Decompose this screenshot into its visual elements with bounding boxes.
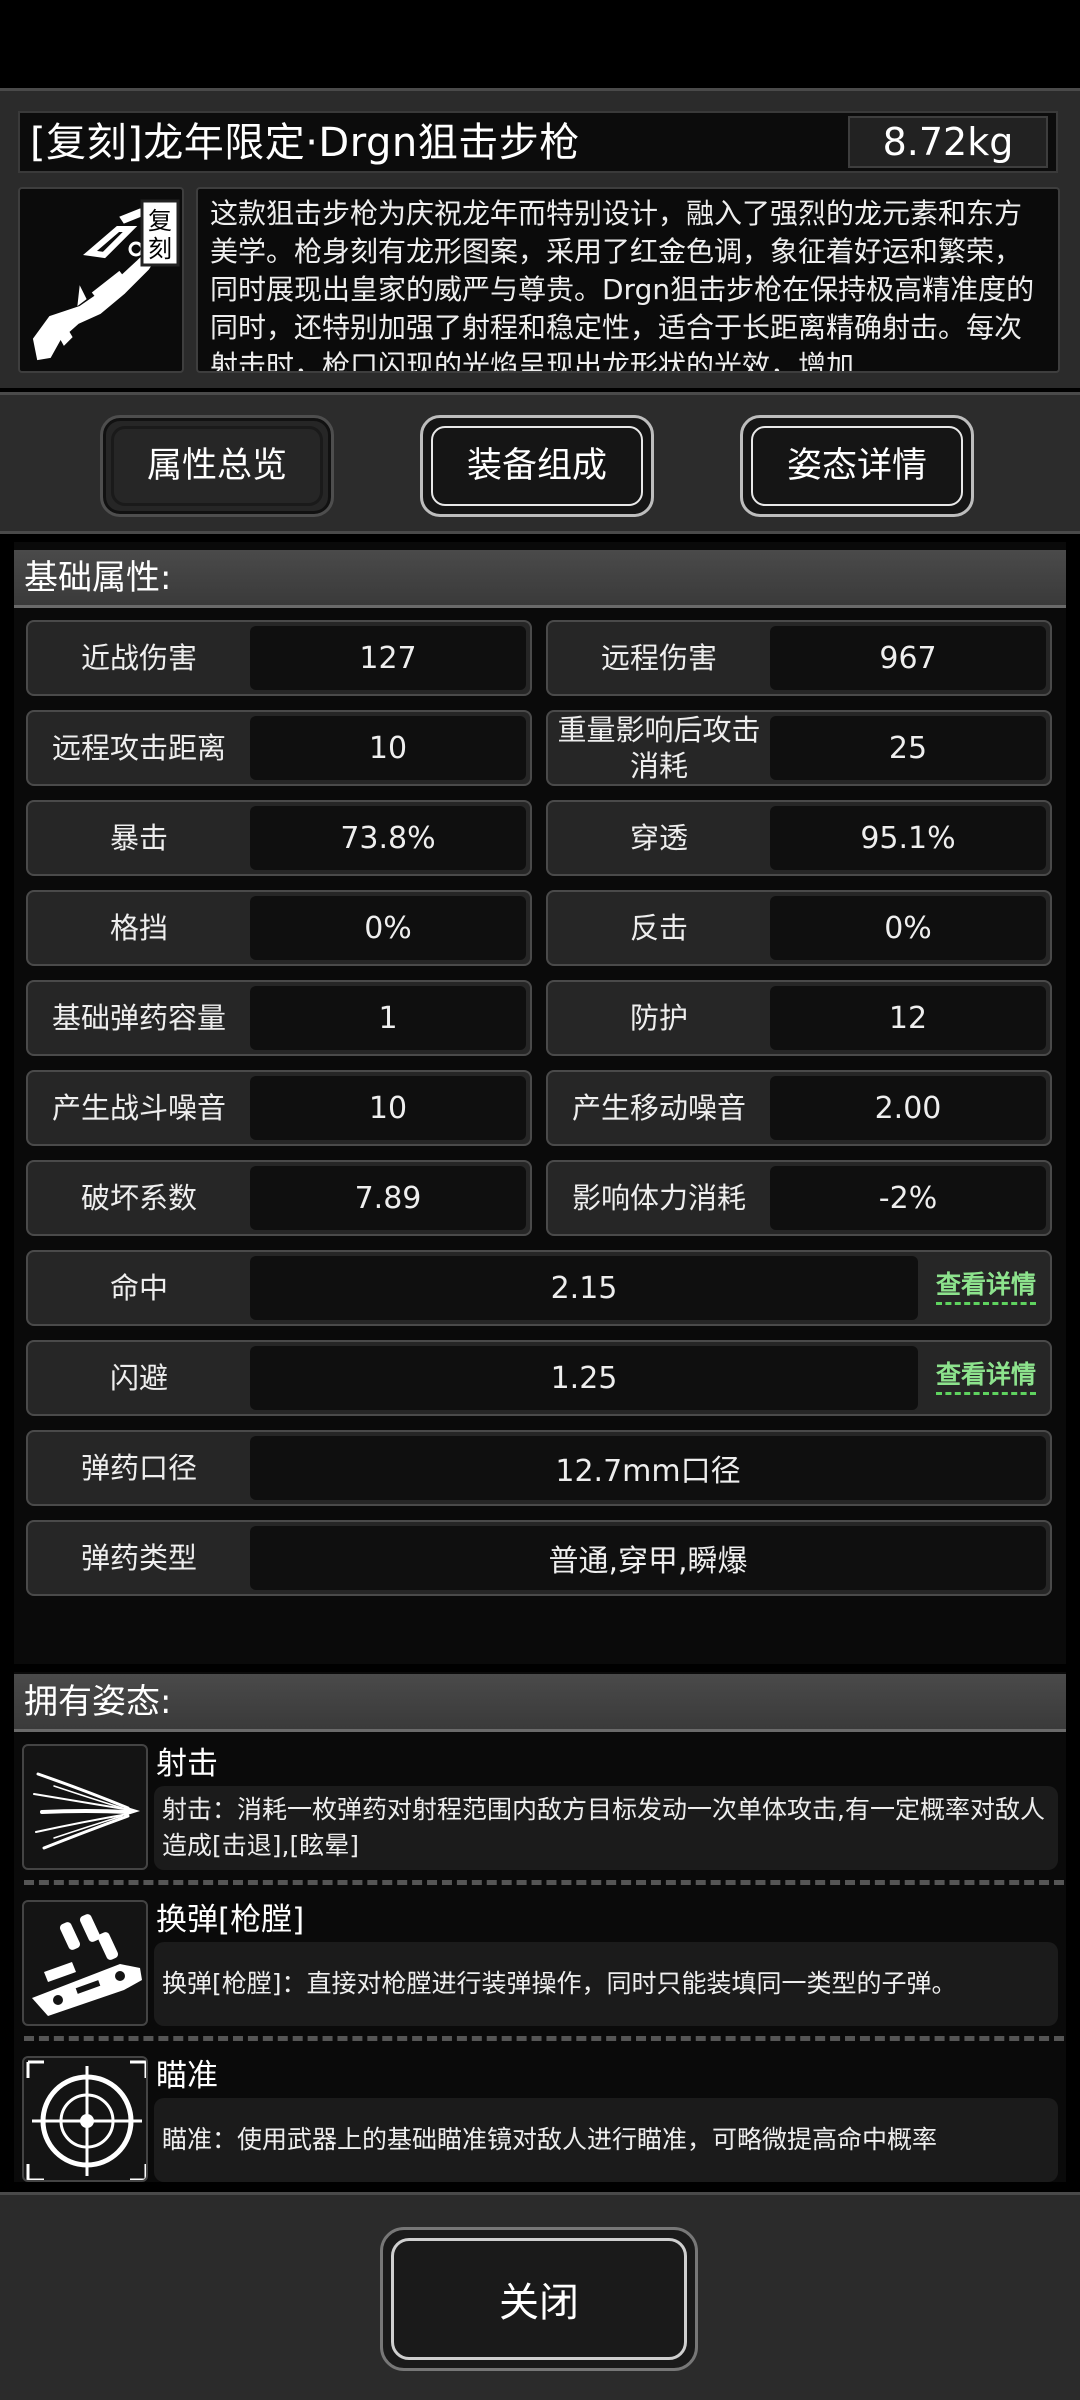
crosshair-icon xyxy=(22,2056,148,2182)
stat-label: 近战伤害 xyxy=(80,641,197,675)
stat-label: 远程伤害 xyxy=(600,641,717,675)
stat-label: 影响体力消耗 xyxy=(571,1181,746,1215)
stat-label: 重量影响后攻击消耗 xyxy=(557,713,761,783)
stat-value: 127 xyxy=(250,626,526,690)
stances-panel[interactable]: 拥有姿态: 射击 射击：消耗一枚弹药对射程范围内敌方目标发动一次单体攻击,有一定… xyxy=(14,1672,1066,2182)
stance-description-text: 换弹[枪膛]：直接对枪膛进行装弹操作，同时只能装填同一类型的子弹。 xyxy=(162,1969,957,1998)
stat-destruction-factor: 破坏系数 7.89 xyxy=(26,1160,532,1236)
stance-item-aim[interactable]: 瞄准 瞄准：使用武器上的基础瞄准镜对敌人进行瞄准，可略微提高命中概率 xyxy=(22,2056,1066,2182)
stat-base-ammo-capacity: 基础弹药容量 1 xyxy=(26,980,532,1056)
bullet-streaks-icon xyxy=(22,1744,148,1870)
stat-critical: 暴击 73.8% xyxy=(26,800,532,876)
stat-evasion: 闪避 1.25 查看详情 xyxy=(26,1340,1052,1416)
stat-value: 1.25 xyxy=(250,1346,918,1410)
tab-attribute-overview[interactable]: 属性总览 xyxy=(100,415,334,517)
image-badge-char-2: 刻 xyxy=(148,235,172,263)
stat-value: 25 xyxy=(770,716,1046,780)
stat-stamina-cost: 影响体力消耗 -2% xyxy=(546,1160,1052,1236)
title-bar: [复刻]龙年限定·Drgn狙击步枪 8.72kg xyxy=(18,111,1058,173)
stance-description: 换弹[枪膛]：直接对枪膛进行装弹操作，同时只能装填同一类型的子弹。 xyxy=(154,1942,1058,2026)
tab-stance-details-label: 姿态详情 xyxy=(786,446,927,486)
stance-name: 射击 xyxy=(156,1746,218,1782)
stat-label: 弹药类型 xyxy=(80,1541,197,1575)
stat-value: -2% xyxy=(770,1166,1046,1230)
stat-ammo-type: 弹药类型 普通,穿甲,瞬爆 xyxy=(26,1520,1052,1596)
stat-value: 2.15 xyxy=(250,1256,918,1320)
stat-combat-noise: 产生战斗噪音 10 xyxy=(26,1070,532,1146)
stat-label: 反击 xyxy=(629,911,688,945)
stat-label: 产生战斗噪音 xyxy=(51,1091,226,1125)
stance-description-text: 射击：消耗一枚弹药对射程范围内敌方目标发动一次单体攻击,有一定概率对敌人造成[击… xyxy=(162,1795,1045,1860)
stat-weight-attack-cost: 重量影响后攻击消耗 25 xyxy=(546,710,1052,786)
stat-value: 967 xyxy=(770,626,1046,690)
stat-label: 格挡 xyxy=(109,911,168,945)
stat-value: 12.7mm口径 xyxy=(250,1436,1046,1500)
stat-ranged-attack-distance: 远程攻击距离 10 xyxy=(26,710,532,786)
stat-label: 防护 xyxy=(629,1001,688,1035)
accuracy-details-link[interactable]: 查看详情 xyxy=(935,1270,1036,1305)
stat-counter: 反击 0% xyxy=(546,890,1052,966)
stat-label: 产生移动噪音 xyxy=(571,1091,746,1125)
stance-description-text: 瞄准：使用武器上的基础瞄准镜对敌人进行瞄准，可略微提高命中概率 xyxy=(162,2125,938,2154)
stat-value: 95.1% xyxy=(770,806,1046,870)
stat-label: 基础弹药容量 xyxy=(51,1001,226,1035)
stance-description: 射击：消耗一枚弹药对射程范围内敌方目标发动一次单体攻击,有一定概率对敌人造成[击… xyxy=(154,1786,1058,1870)
stat-melee-damage: 近战伤害 127 xyxy=(26,620,532,696)
tab-stance-details[interactable]: 姿态详情 xyxy=(740,415,974,517)
sniper-rifle-image: 复 刻 xyxy=(18,187,184,373)
stat-ranged-damage: 远程伤害 967 xyxy=(546,620,1052,696)
stat-value: 12 xyxy=(770,986,1046,1050)
item-description-box[interactable]: 这款狙击步枪为庆祝龙年而特别设计，融入了强烈的龙元素和东方美学。枪身刻有龙形图案… xyxy=(196,187,1060,373)
stat-value: 10 xyxy=(250,716,526,780)
stat-label: 远程攻击距离 xyxy=(51,731,226,765)
footer-bar: 关闭 xyxy=(0,2192,1080,2400)
stat-label: 命中 xyxy=(109,1271,168,1305)
tab-equipment-composition-label: 装备组成 xyxy=(466,446,607,486)
stat-value: 0% xyxy=(770,896,1046,960)
tab-bar: 属性总览 装备组成 姿态详情 xyxy=(0,392,1080,534)
close-button[interactable]: 关闭 xyxy=(380,2227,698,2371)
stat-value: 73.8% xyxy=(250,806,526,870)
stance-name: 换弹[枪膛] xyxy=(156,1902,305,1938)
stat-value: 1 xyxy=(250,986,526,1050)
stance-item-reload[interactable]: 换弹[枪膛] 换弹[枪膛]：直接对枪膛进行装弹操作，同时只能装填同一类型的子弹。 xyxy=(22,1900,1066,2026)
tab-equipment-composition[interactable]: 装备组成 xyxy=(420,415,654,517)
base-stats-header: 基础属性: xyxy=(14,550,1066,608)
item-header: [复刻]龙年限定·Drgn狙击步枪 8.72kg 复 刻 这款狙击步枪为庆祝龙年… xyxy=(0,88,1080,388)
stat-value: 普通,穿甲,瞬爆 xyxy=(250,1526,1046,1590)
stat-protection: 防护 12 xyxy=(546,980,1052,1056)
stat-value: 10 xyxy=(250,1076,526,1140)
stat-label: 暴击 xyxy=(109,821,168,855)
stat-value: 0% xyxy=(250,896,526,960)
stat-label: 弹药口径 xyxy=(80,1451,197,1485)
stat-accuracy: 命中 2.15 查看详情 xyxy=(26,1250,1052,1326)
stat-label: 闪避 xyxy=(109,1361,168,1395)
stat-label: 穿透 xyxy=(629,821,688,855)
image-badge-char-1: 复 xyxy=(148,207,172,235)
stat-block: 格挡 0% xyxy=(26,890,532,966)
item-title: [复刻]龙年限定·Drgn狙击步枪 xyxy=(30,120,580,166)
reload-gun-icon xyxy=(22,1900,148,2026)
stat-ammo-caliber: 弹药口径 12.7mm口径 xyxy=(26,1430,1052,1506)
stances-header: 拥有姿态: xyxy=(14,1674,1066,1732)
close-button-label: 关闭 xyxy=(499,2280,579,2326)
stat-label: 破坏系数 xyxy=(80,1181,197,1215)
stance-description: 瞄准：使用武器上的基础瞄准镜对敌人进行瞄准，可略微提高命中概率 xyxy=(154,2098,1058,2182)
item-weight: 8.72kg xyxy=(848,116,1048,168)
base-stats-panel[interactable]: 基础属性: 近战伤害 127 远程伤害 967 远程攻击距离 10 重量影响后攻… xyxy=(14,542,1066,1664)
item-description: 这款狙击步枪为庆祝龙年而特别设计，融入了强烈的龙元素和东方美学。枪身刻有龙形图案… xyxy=(210,197,1035,373)
evasion-details-link[interactable]: 查看详情 xyxy=(935,1360,1036,1395)
stat-value: 2.00 xyxy=(770,1076,1046,1140)
divider xyxy=(24,1880,1064,1885)
stance-name: 瞄准 xyxy=(156,2058,218,2094)
stat-penetration: 穿透 95.1% xyxy=(546,800,1052,876)
divider xyxy=(24,2036,1064,2041)
sniper-rifle-icon: 复 刻 xyxy=(32,199,180,361)
stance-item-shoot[interactable]: 射击 射击：消耗一枚弹药对射程范围内敌方目标发动一次单体攻击,有一定概率对敌人造… xyxy=(22,1744,1066,1870)
tab-attribute-overview-label: 属性总览 xyxy=(146,446,287,486)
stat-value: 7.89 xyxy=(250,1166,526,1230)
stat-movement-noise: 产生移动噪音 2.00 xyxy=(546,1070,1052,1146)
